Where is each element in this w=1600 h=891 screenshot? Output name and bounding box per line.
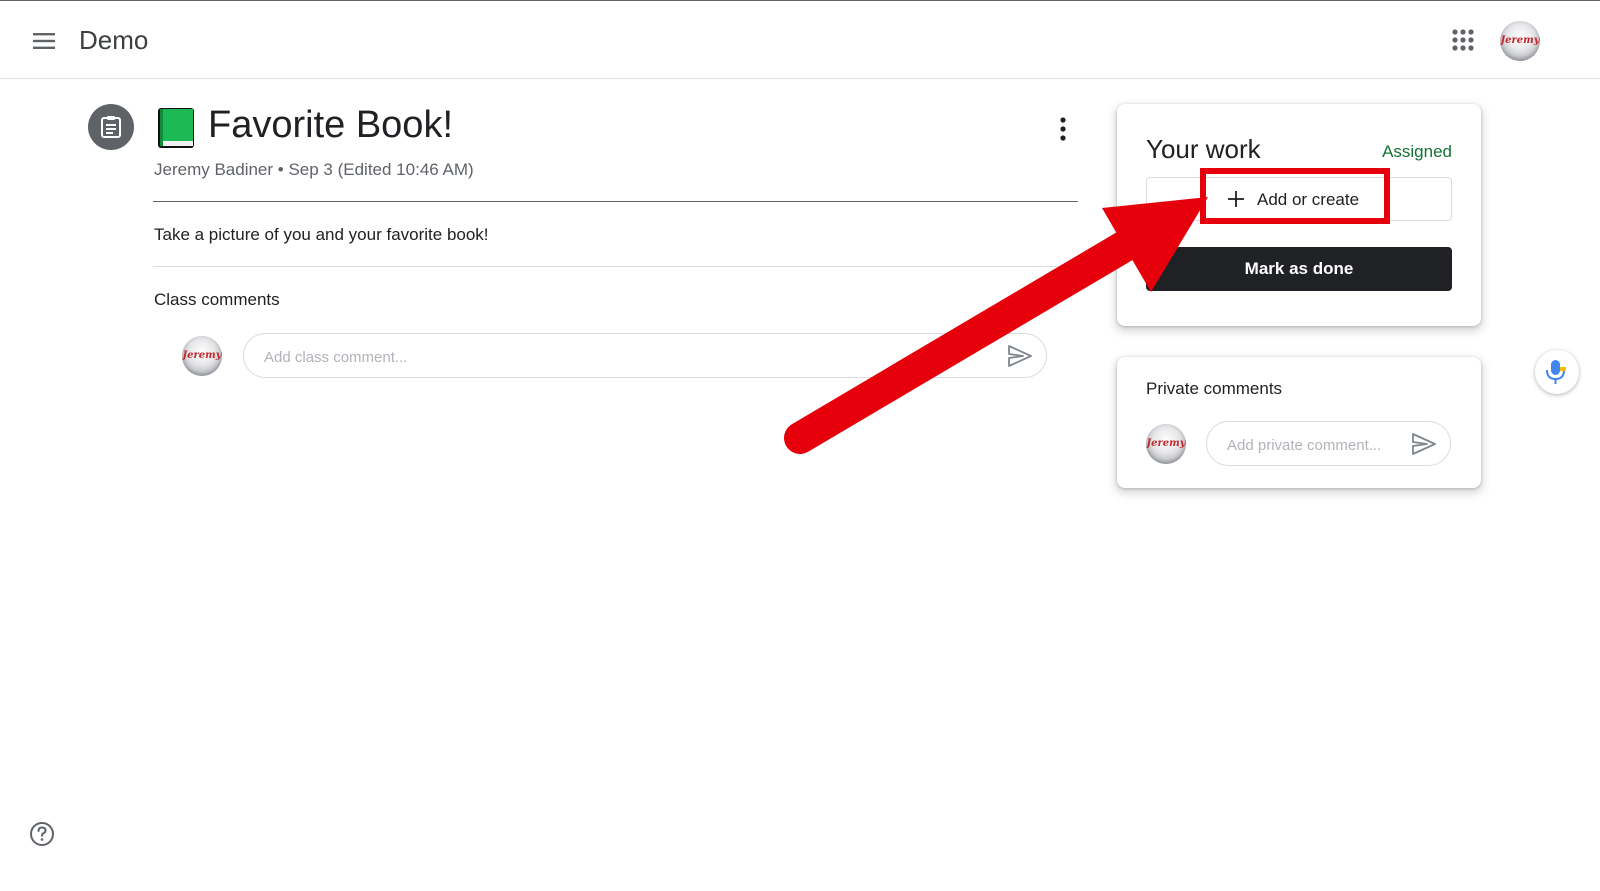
class-comment-field[interactable] (243, 333, 1047, 378)
mark-as-done-button[interactable]: Mark as done (1146, 247, 1452, 291)
class-name[interactable]: Demo (79, 25, 148, 56)
apps-grid-icon[interactable] (1448, 25, 1478, 55)
class-comments-label: Class comments (154, 290, 280, 309)
top-bar: Demo Jeremy (0, 0, 1600, 79)
assignment-instructions: Take a picture of you and your favorite … (154, 225, 489, 244)
status-badge: Assigned (1382, 142, 1452, 161)
plus-icon (1228, 191, 1244, 207)
title-divider (153, 201, 1078, 202)
green-book-icon (158, 108, 194, 148)
assignment-title: Favorite Book! (208, 104, 453, 146)
more-vert-icon[interactable] (1050, 114, 1076, 144)
help-icon[interactable] (28, 820, 56, 848)
private-comment-input[interactable] (1225, 432, 1399, 458)
menu-icon[interactable] (30, 27, 58, 55)
private-comments-card: Private comments Jeremy (1117, 357, 1481, 488)
your-work-card: Your work Assigned Add or create Mark as… (1117, 104, 1481, 326)
add-or-create-label: Add or create (1257, 190, 1360, 209)
instructions-divider (153, 266, 1078, 267)
account-avatar[interactable]: Jeremy (1500, 21, 1540, 61)
avatar-label: Jeremy (1146, 438, 1186, 450)
send-icon[interactable] (1007, 344, 1033, 368)
voice-input-button[interactable] (1535, 350, 1579, 394)
avatar-label: Jeremy (1500, 35, 1540, 47)
send-icon[interactable] (1411, 432, 1437, 456)
private-comments-label: Private comments (1146, 379, 1283, 398)
add-or-create-button[interactable]: Add or create (1146, 177, 1452, 221)
class-comment-input[interactable] (262, 344, 966, 370)
your-work-title: Your work (1146, 134, 1261, 164)
class-comment-avatar: Jeremy (182, 336, 222, 376)
mic-icon (1546, 360, 1566, 384)
private-comment-avatar: Jeremy (1146, 424, 1186, 464)
assignment-icon (88, 104, 134, 150)
assignment-meta: Jeremy Badiner • Sep 3 (Edited 10:46 AM) (154, 160, 474, 179)
avatar-label: Jeremy (182, 350, 222, 362)
